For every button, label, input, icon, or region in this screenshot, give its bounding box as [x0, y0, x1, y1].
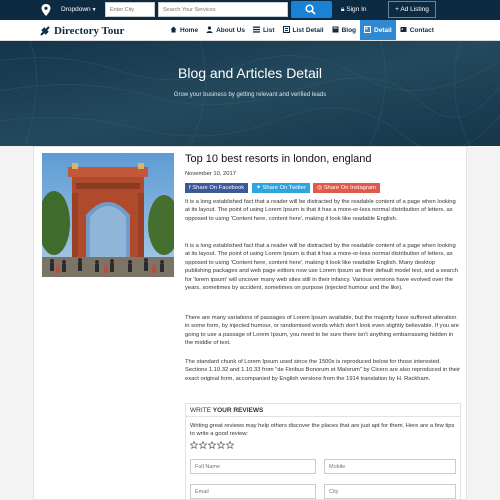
twitter-icon: ✦ — [256, 185, 261, 191]
mobile-input[interactable] — [324, 459, 456, 474]
nav-item-label: Blog — [341, 26, 357, 34]
city-review-input[interactable] — [324, 484, 456, 499]
hero-banner: Blog and Articles Detail Grow your busin… — [0, 41, 500, 146]
instagram-icon: ◎ — [317, 185, 323, 191]
nav-item-list[interactable]: List — [249, 20, 279, 40]
list-icon — [252, 26, 260, 35]
email-input[interactable] — [190, 484, 316, 499]
add-listing-button[interactable]: + Ad Listing — [388, 1, 436, 18]
site-logo[interactable]: Directory Tour — [39, 22, 124, 39]
article-image — [42, 153, 174, 277]
star-icon[interactable] — [226, 441, 234, 449]
nav-item-home[interactable]: Home — [166, 20, 202, 40]
full-name-input[interactable] — [190, 459, 316, 474]
nav-item-about-us[interactable]: About Us — [202, 20, 249, 40]
main-nav: Directory Tour Home About Us List List D… — [0, 20, 500, 41]
nav-item-label: Detail — [374, 26, 392, 34]
review-intro: Writing great reviews may help others di… — [190, 423, 455, 438]
nav-item-list-detail[interactable]: List Detail — [279, 20, 328, 40]
article-paragraph: There are many variations of passages of… — [185, 315, 460, 347]
nav-item-label: About Us — [216, 26, 245, 34]
review-heading-bold: YOUR REVIEWS — [212, 407, 264, 414]
share-facebook-label: Share On Facebook — [192, 185, 245, 191]
share-twitter-label: Share On Twitter — [262, 185, 306, 191]
blog-icon — [332, 26, 339, 35]
home-icon — [170, 26, 177, 35]
article-paragraph: The standard chunk of Lorem Ipsum used s… — [185, 359, 461, 382]
article-date: November 10, 2017 — [185, 171, 236, 177]
city-input[interactable] — [105, 2, 155, 17]
share-facebook-button[interactable]: f Share On Facebook — [185, 183, 249, 193]
lock-icon: 🔒︎ — [341, 6, 345, 13]
location-pin-icon — [41, 4, 51, 16]
article-paragraph: It is a long established fact that a rea… — [185, 243, 458, 292]
location-dropdown[interactable]: Dropdown▼ — [61, 3, 97, 17]
plus-icon: + — [395, 6, 399, 13]
dropdown-label: Dropdown — [61, 6, 91, 13]
logo-text: Directory Tour — [54, 24, 125, 37]
facebook-icon: f — [189, 185, 191, 191]
detail-icon — [364, 25, 372, 35]
nav-item-contact[interactable]: Contact — [396, 20, 438, 40]
star-icon[interactable] — [199, 441, 207, 449]
write-review-box: WRITE YOUR REVIEWS Writing great reviews… — [185, 403, 461, 500]
nav-item-detail[interactable]: Detail — [360, 20, 396, 40]
list-detail-icon — [282, 25, 290, 35]
page-title: Blog and Articles Detail — [178, 65, 322, 81]
share-twitter-button[interactable]: ✦ Share On Twitter — [252, 183, 310, 193]
services-search-input[interactable] — [158, 2, 288, 17]
top-bar: Dropdown▼ 🔒︎ Sign In + Ad Listing — [0, 0, 500, 20]
star-rating — [190, 441, 234, 449]
article-paragraph: It is a long established fact that a rea… — [185, 199, 456, 222]
share-instagram-button[interactable]: ◎ Share On Instagram — [313, 183, 380, 193]
review-heading-prefix: WRITE — [190, 407, 211, 414]
star-icon[interactable] — [190, 441, 198, 449]
review-heading: WRITE YOUR REVIEWS — [186, 404, 460, 417]
page-subtitle: Grow your business by getting relevant a… — [173, 92, 327, 98]
share-instagram-label: Share On Instagram — [323, 185, 376, 191]
search-icon — [305, 4, 316, 15]
nav-item-label: List Detail — [292, 26, 324, 34]
nav-item-label: Contact — [409, 26, 434, 34]
add-listing-label: Ad Listing — [400, 6, 429, 13]
nav-menu: Home About Us List List Detail Blog Deta — [166, 20, 438, 40]
star-icon[interactable] — [208, 441, 216, 449]
nav-item-label: List — [262, 26, 275, 34]
user-icon — [206, 25, 213, 35]
nav-item-label: Home — [180, 26, 199, 34]
caret-down-icon: ▼ — [91, 7, 97, 13]
star-icon[interactable] — [217, 441, 225, 449]
logo-icon — [40, 25, 50, 36]
contact-icon — [400, 26, 407, 35]
sign-in-label: Sign In — [346, 6, 367, 13]
sign-in-button[interactable]: 🔒︎ Sign In — [341, 3, 367, 17]
search-button[interactable] — [291, 1, 332, 18]
nav-item-blog[interactable]: Blog — [328, 20, 360, 40]
article-title: Top 10 best resorts in london, england — [185, 153, 372, 165]
article-card: Top 10 best resorts in london, england N… — [33, 146, 467, 500]
